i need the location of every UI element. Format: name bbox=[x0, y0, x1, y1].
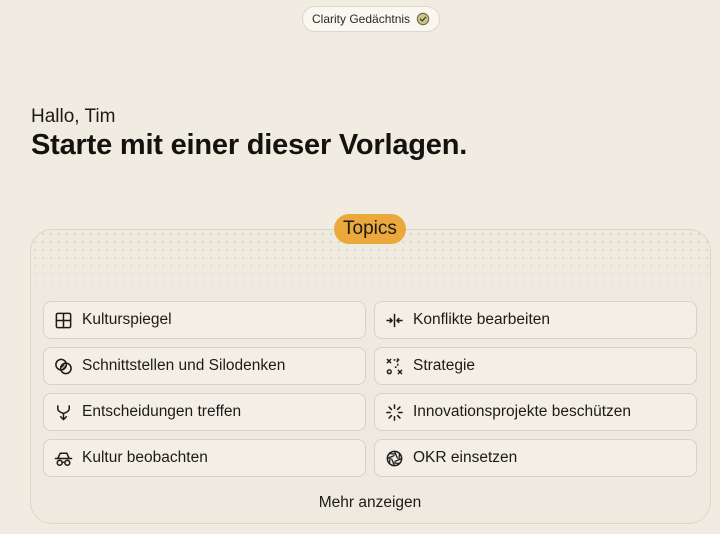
memory-status-pill[interactable]: Clarity Gedächtnis bbox=[302, 6, 441, 32]
topic-label: Kulturspiegel bbox=[82, 311, 172, 328]
topic-label: Innovationsprojekte beschützen bbox=[413, 403, 632, 420]
loader-burst-icon bbox=[385, 403, 404, 422]
topic-label: Konflikte bearbeiten bbox=[413, 311, 551, 328]
check-circle-icon bbox=[416, 12, 430, 26]
tactics-icon bbox=[385, 357, 404, 376]
topic-card-schnittstellen[interactable]: Schnittstellen und Silodenken bbox=[43, 347, 366, 385]
spy-glasses-icon bbox=[54, 449, 73, 468]
topics-badge: Topics bbox=[334, 214, 406, 244]
topic-card-konflikte[interactable]: Konflikte bearbeiten bbox=[374, 301, 697, 339]
overlapping-circles-icon bbox=[54, 357, 73, 376]
memory-status-label: Clarity Gedächtnis bbox=[312, 12, 411, 26]
topic-card-kulturspiegel[interactable]: Kulturspiegel bbox=[43, 301, 366, 339]
topic-card-strategie[interactable]: Strategie bbox=[374, 347, 697, 385]
topic-card-okr[interactable]: OKR einsetzen bbox=[374, 439, 697, 477]
topic-label: Kultur beobachten bbox=[82, 449, 208, 466]
topic-card-kultur-beobachten[interactable]: Kultur beobachten bbox=[43, 439, 366, 477]
arrows-collide-icon bbox=[385, 311, 404, 330]
topic-card-innovationsprojekte[interactable]: Innovationsprojekte beschützen bbox=[374, 393, 697, 431]
topic-card-entscheidungen[interactable]: Entscheidungen treffen bbox=[43, 393, 366, 431]
topic-label: Schnittstellen und Silodenken bbox=[82, 357, 286, 374]
topic-label: OKR einsetzen bbox=[413, 449, 518, 466]
topic-label: Strategie bbox=[413, 357, 476, 374]
topic-label: Entscheidungen treffen bbox=[82, 403, 242, 420]
greeting: Hallo, Tim bbox=[31, 106, 116, 127]
aperture-icon bbox=[385, 449, 404, 468]
grid-icon bbox=[54, 311, 73, 330]
show-more-button[interactable]: Mehr anzeigen bbox=[0, 494, 720, 512]
page-title: Starte mit einer dieser Vorlagen. bbox=[31, 129, 468, 161]
merge-arrow-icon bbox=[54, 403, 73, 422]
